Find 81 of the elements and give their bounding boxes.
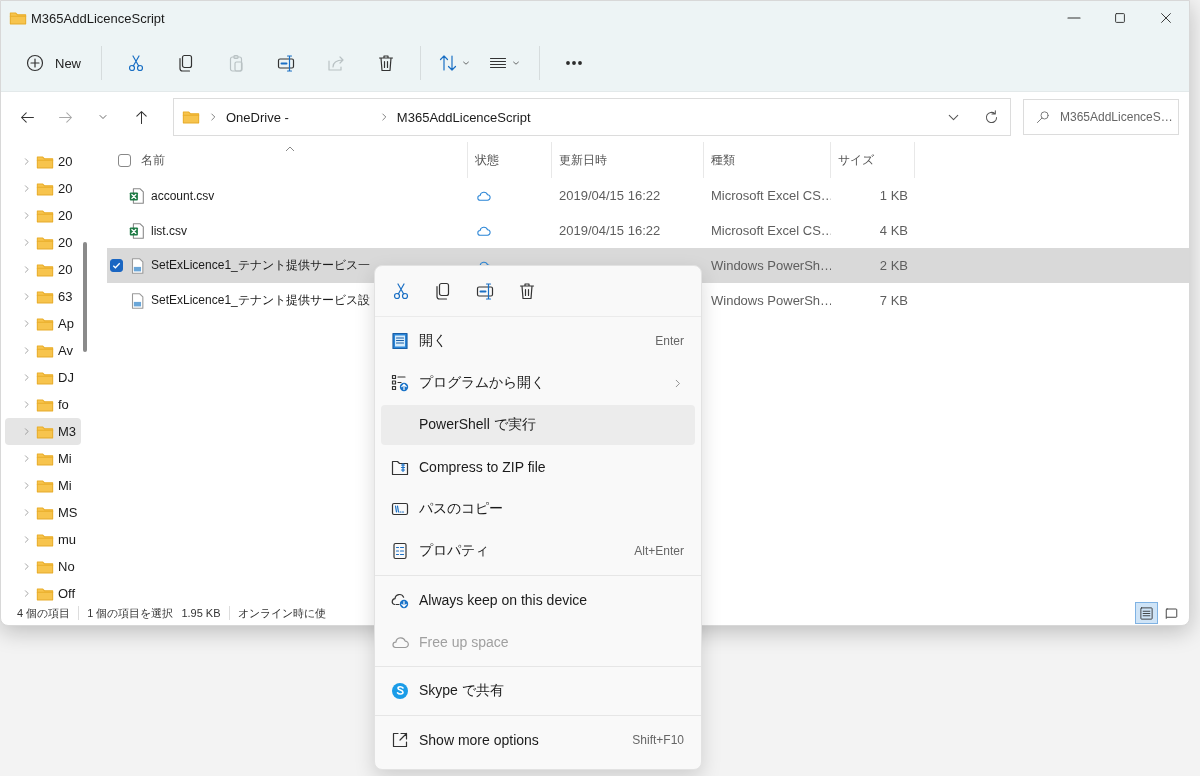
menu-item[interactable]: Show more options Shift+F10 — [381, 720, 695, 760]
menu-item[interactable]: Compress to ZIP file — [381, 447, 695, 487]
shortcut-text: Shift+F10 — [632, 733, 684, 747]
status-text: 1.95 KB — [181, 607, 221, 619]
sidebar-item[interactable]: 20 — [5, 202, 81, 229]
select-all-checkbox[interactable] — [118, 153, 131, 167]
tiles-view-icon — [1164, 605, 1179, 621]
view-toggle-button[interactable] — [1135, 602, 1158, 624]
sidebar-item[interactable]: fo — [5, 391, 81, 418]
round-logo-icon — [390, 681, 410, 701]
sidebar-item[interactable]: Av — [5, 337, 81, 364]
breadcrumb-item[interactable]: OneDrive - — [226, 109, 289, 125]
sidebar-item[interactable]: Mi — [5, 472, 81, 499]
sidebar-item[interactable]: 63 — [5, 283, 81, 310]
trash-icon — [517, 281, 537, 301]
menu-item[interactable]: プロパティ Alt+Enter — [381, 531, 695, 571]
table-cell: 2 KB — [879, 258, 908, 273]
apps-list-icon — [390, 373, 410, 393]
shortcut-text: Enter — [655, 334, 684, 348]
table-cell: Windows PowerSh… — [711, 258, 831, 273]
folder-icon — [182, 108, 200, 126]
column-header[interactable]: 更新日時 — [559, 151, 607, 169]
shortcut-text: Alt+Enter — [634, 544, 684, 558]
menu-item[interactable]: PowerShell で実行 — [381, 405, 695, 445]
spreadsheet-file-icon — [128, 221, 146, 240]
spreadsheet-file-icon — [128, 186, 146, 205]
sort-caret-icon — [285, 146, 295, 152]
search-icon — [1035, 109, 1051, 125]
rename-icon — [475, 281, 495, 301]
address-bar[interactable]: OneDrive - M365AddLicenceScript — [173, 98, 1011, 136]
menu-item[interactable]: プログラムから開く — [381, 363, 695, 403]
table-cell: 1 KB — [879, 188, 908, 203]
table-cell: 2019/04/15 16:22 — [559, 223, 661, 238]
details-view-icon — [1139, 605, 1154, 621]
table-cell: 2019/04/15 16:22 — [559, 188, 661, 203]
minimize-icon — [1067, 17, 1081, 19]
sidebar-item[interactable]: Ap — [5, 310, 81, 337]
file-name[interactable]: list.csv — [151, 223, 187, 238]
table-cell: 7 KB — [879, 293, 908, 308]
expand-window-icon — [390, 730, 410, 750]
sidebar-item[interactable]: 20 — [5, 148, 81, 175]
sidebar-item[interactable]: 20 — [5, 229, 81, 256]
new-button[interactable]: New — [15, 44, 89, 82]
sidebar-item[interactable]: mu — [5, 526, 81, 553]
close-icon — [1158, 10, 1174, 26]
window-title: M365AddLicenceScript — [31, 10, 165, 26]
scissors-icon — [391, 281, 411, 301]
maximize-icon — [1112, 10, 1128, 26]
column-header[interactable]: サイズ — [838, 151, 874, 169]
sidebar-item[interactable]: 20 — [5, 256, 81, 283]
column-header[interactable]: 名前 — [141, 151, 165, 169]
column-header[interactable]: 種類 — [711, 151, 735, 169]
folder-icon — [9, 9, 27, 27]
status-text: オンライン時に使 — [237, 605, 326, 621]
notepad-icon — [390, 331, 410, 351]
sidebar-item[interactable]: No — [5, 553, 81, 580]
status-text: 1 個の項目を選択 — [87, 605, 174, 621]
menu-item[interactable]: Skype で共有 — [381, 671, 695, 711]
status-text: 4 個の項目 — [17, 605, 71, 621]
plus-icon — [25, 53, 45, 73]
menu-item[interactable]: 開く Enter — [381, 321, 695, 361]
sidebar-item[interactable]: Off — [5, 580, 81, 607]
file-name[interactable]: SetExLicence1_テナント提供サービス一 — [151, 257, 370, 274]
table-cell: 4 KB — [879, 223, 908, 238]
search-field[interactable]: M365AddLicenceS… — [1023, 99, 1179, 135]
menu-item[interactable]: パスのコピー — [381, 489, 695, 529]
sidebar-item[interactable]: M3 — [5, 418, 81, 445]
row-checkbox[interactable] — [110, 259, 123, 272]
file-name[interactable]: account.csv — [151, 188, 215, 203]
check-icon — [111, 260, 122, 271]
menu-item[interactable]: Always keep on this device — [381, 580, 695, 620]
breadcrumb-item[interactable]: M365AddLicenceScript — [396, 109, 531, 125]
sidebar-item[interactable]: 20 — [5, 175, 81, 202]
sidebar-item[interactable]: DJ — [5, 364, 81, 391]
file-name[interactable]: SetExLicence1_テナント提供サービス設 — [151, 292, 370, 309]
sidebar-item[interactable]: Mi — [5, 445, 81, 472]
table-cell: Windows PowerSh… — [711, 293, 831, 308]
scrollbar-thumb[interactable] — [83, 242, 87, 352]
column-header[interactable]: 状態 — [475, 151, 499, 169]
sidebar-item[interactable]: MS — [5, 499, 81, 526]
properties-icon — [390, 541, 410, 561]
